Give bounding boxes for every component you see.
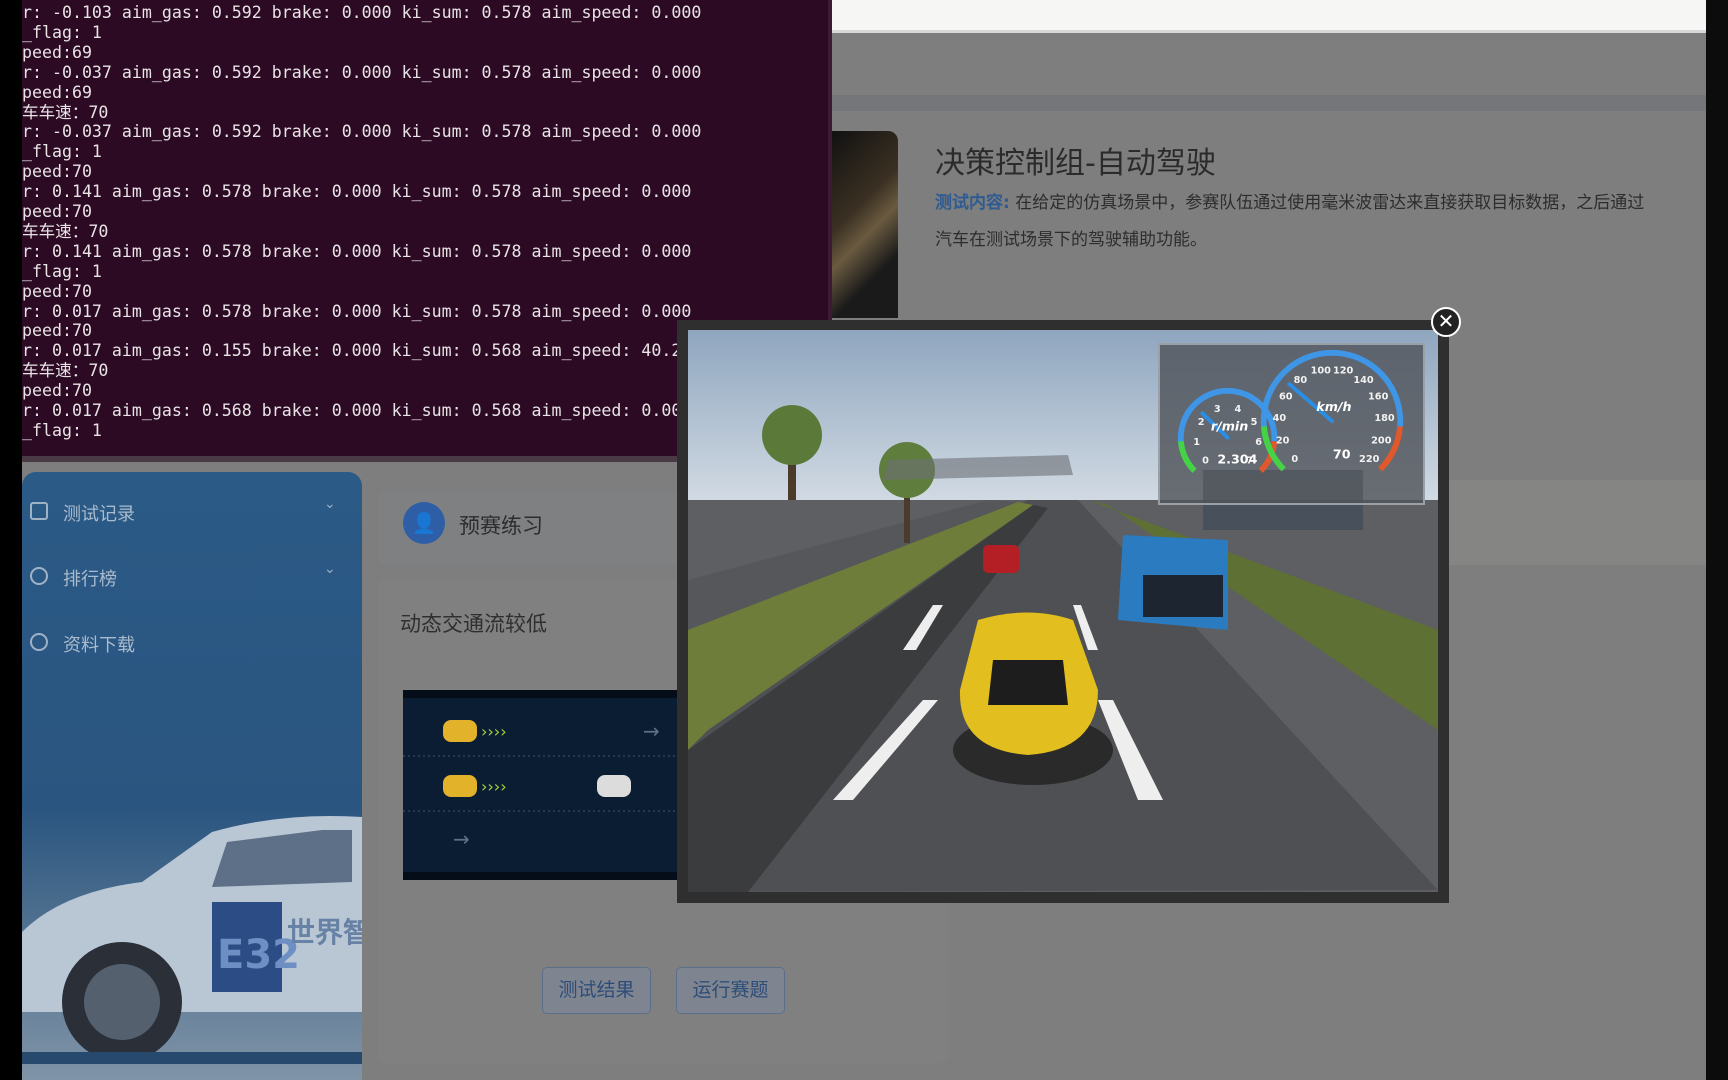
close-modal-button[interactable]: ✕ xyxy=(1431,307,1461,337)
sidebar-item-label: 资料下载 xyxy=(63,635,135,656)
terminal-line: peed:70 xyxy=(22,281,92,301)
browser-toolbar xyxy=(832,0,1706,33)
speed-tick-label: 80 xyxy=(1294,375,1308,386)
speed-unit: km/h xyxy=(1316,399,1351,414)
rpm-tick-label: 5 xyxy=(1251,417,1258,428)
rpm-tick-label: 2 xyxy=(1198,417,1205,428)
terminal-line: peed:69 xyxy=(22,42,92,62)
sidebar-item-test-records[interactable]: 测试记录 ⌄ xyxy=(22,494,362,534)
svg-text:››››: ›››› xyxy=(481,777,507,796)
svg-text:→: → xyxy=(453,827,470,851)
svg-text:→: → xyxy=(643,719,660,743)
practice-title: 预赛练习 xyxy=(459,514,543,538)
medal-icon xyxy=(30,567,48,585)
rpm-unit: r/min xyxy=(1211,419,1248,434)
speed-tick-label: 20 xyxy=(1276,435,1290,446)
tree xyxy=(762,405,822,465)
bus xyxy=(1118,535,1228,630)
speed-tick-label: 120 xyxy=(1333,366,1354,377)
chevron-down-icon: ⌄ xyxy=(324,496,336,512)
description-line-1: 测试内容: 在给定的仿真场景中，参赛队伍通过使用毫米波雷达来直接获取目标数据，之… xyxy=(935,188,1644,213)
terminal-line: r: 0.017 aim_gas: 0.568 brake: 0.000 ki_… xyxy=(22,401,692,420)
description-text: 在给定的仿真场景中，参赛队伍通过使用毫米波雷达来直接获取目标数据，之后通过 xyxy=(1015,193,1645,213)
sidebar-item-label: 排行榜 xyxy=(63,569,117,590)
speed-tick-label: 140 xyxy=(1353,375,1374,386)
terminal-line: r: 0.017 aim_gas: 0.155 brake: 0.000 ki_… xyxy=(22,341,702,361)
rpm-tick-label: 3 xyxy=(1214,404,1221,415)
red-car xyxy=(983,545,1019,573)
rpm-tick-label: 6 xyxy=(1255,437,1262,448)
rpm-tick-label: 0 xyxy=(1202,456,1209,467)
terminal-line: peed:70 xyxy=(22,202,92,221)
sidebar-item-downloads[interactable]: 资料下载 xyxy=(22,625,362,665)
svg-text:››››: ›››› xyxy=(481,722,507,741)
sidebar-item-leaderboard[interactable]: 排行榜 ⌄ xyxy=(22,559,362,599)
speed-tick-label: 160 xyxy=(1368,392,1389,403)
terminal-line: 车车速：70 xyxy=(22,361,109,381)
terminal-line: _flag: 1 xyxy=(22,261,102,281)
terminal-line: r: -0.037 aim_gas: 0.592 brake: 0.000 ki… xyxy=(22,62,702,82)
terminal-line: _flag: 1 xyxy=(22,22,102,42)
sidebar-car-illustration: E32 世界智 xyxy=(22,816,362,1064)
terminal-line: _flag: 1 xyxy=(22,420,102,440)
terminal-line: peed:69 xyxy=(22,82,92,102)
speed-tick-label: 40 xyxy=(1273,413,1287,424)
page-title: 决策控制组-自动驾驶 xyxy=(935,146,1216,181)
description-line-2: 汽车在测试场景下的驾驶辅助功能。 xyxy=(935,230,1207,250)
rpm-tick-label: 1 xyxy=(1193,437,1200,448)
terminal-line: r: 0.141 aim_gas: 0.578 brake: 0.000 ki_… xyxy=(22,182,692,202)
terminal-line: r: 0.141 aim_gas: 0.578 brake: 0.000 ki_… xyxy=(22,241,692,261)
chevron-down-icon: ⌄ xyxy=(324,561,336,577)
rpm-value: 2.304 xyxy=(1217,451,1257,466)
terminal-line: peed:70 xyxy=(22,321,92,341)
dashboard-gauges: 0123 4567r/min2.304 020406080100 1201401601… xyxy=(1158,343,1425,505)
terminal-line: r: -0.103 aim_gas: 0.592 brake: 0.000 ki… xyxy=(22,3,702,22)
scenario-thumbnail: ›››› ›››› → → xyxy=(403,690,677,880)
speed-tick-label: 100 xyxy=(1311,366,1332,377)
terminal-line: peed:70 xyxy=(22,162,92,182)
speed-tick-label: 0 xyxy=(1291,454,1298,465)
terminal-line: r: -0.037 aim_gas: 0.592 brake: 0.000 ki… xyxy=(22,122,702,142)
help-circle-icon xyxy=(30,633,48,651)
speed-red-arc xyxy=(1378,426,1403,472)
car-side-text: 世界智 xyxy=(287,916,362,949)
user-group-icon: 👤 xyxy=(403,502,445,544)
group-cover-image xyxy=(832,131,898,318)
terminal-line: 车车速：70 xyxy=(22,102,109,122)
terminal-line: _flag: 1 xyxy=(22,142,102,162)
terminal-line: peed:70 xyxy=(22,381,92,401)
description-label: 测试内容: xyxy=(935,193,1010,213)
speed-tick-label: 200 xyxy=(1371,435,1392,446)
run-challenge-button[interactable]: 运行赛题 xyxy=(676,967,785,1014)
speed-tick-label: 60 xyxy=(1279,392,1293,403)
speed-tick-label: 180 xyxy=(1374,413,1395,424)
rpm-tick-label: 4 xyxy=(1235,404,1242,415)
speed-value: 70 xyxy=(1333,447,1351,462)
sidebar: 测试记录 ⌄ 排行榜 ⌄ 资料下载 E32 世界智 xyxy=(22,472,362,1080)
header-divider xyxy=(832,95,1706,111)
terminal-line: 车车速：70 xyxy=(22,221,109,241)
terminal-line: r: 0.017 aim_gas: 0.578 brake: 0.000 ki_… xyxy=(22,301,692,321)
scenario-title: 动态交通流较低 xyxy=(400,612,547,636)
edit-doc-icon xyxy=(30,502,48,520)
speed-tick-label: 220 xyxy=(1359,454,1380,465)
sidebar-item-label: 测试记录 xyxy=(63,504,135,525)
test-result-button[interactable]: 测试结果 xyxy=(542,967,651,1014)
screen-edge xyxy=(1706,0,1728,1080)
